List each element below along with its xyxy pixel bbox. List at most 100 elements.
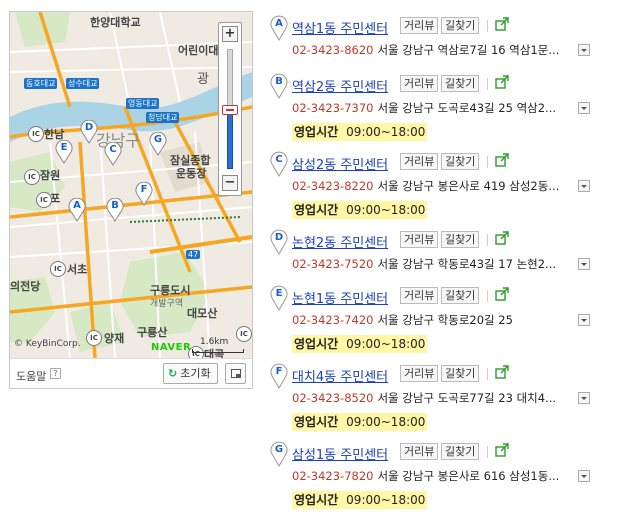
map-label-seongsu-bridge: 성수대교 xyxy=(66,78,100,89)
phone-number: 02-3423-7820 xyxy=(292,469,374,483)
street-view-button[interactable]: 거리뷰 xyxy=(400,365,439,382)
location-marker-icon: D xyxy=(270,229,288,255)
center-name-link[interactable]: 논현2동 주민센터 xyxy=(292,232,388,251)
share-icon[interactable] xyxy=(494,16,510,32)
contact-line: 02-3423-7420 서울 강남구 학동로20길 25 xyxy=(292,312,513,328)
share-icon[interactable] xyxy=(494,364,510,380)
divider xyxy=(487,446,488,458)
center-name-link[interactable]: 삼성1동 주민센터 xyxy=(292,444,388,463)
hours-value: 09:00~18:00 xyxy=(346,493,426,507)
share-icon[interactable] xyxy=(494,230,510,246)
directions-button[interactable]: 길찾기 xyxy=(441,75,480,92)
location-marker-icon: E xyxy=(270,285,288,311)
address-expand-button[interactable] xyxy=(578,180,590,192)
help-label[interactable]: 도움말 xyxy=(16,368,46,384)
share-icon[interactable] xyxy=(494,74,510,90)
map-scale-bar xyxy=(192,349,244,353)
center-name-link[interactable]: 삼성2동 주민센터 xyxy=(292,154,388,173)
reset-button[interactable]: ↻ 초기화 xyxy=(163,363,218,384)
map-label-cheongdam-bridge: 청담대교 xyxy=(146,112,180,123)
map-label-childrens-park: 어린이대 xyxy=(178,44,219,57)
map-pin-d[interactable]: D xyxy=(80,119,98,144)
share-icon[interactable] xyxy=(494,152,510,168)
directions-button[interactable]: 길찾기 xyxy=(441,287,480,304)
hours-label: 영업시간 xyxy=(294,493,339,507)
map-label-yeongdong-bridge: 영동대교 xyxy=(126,98,160,109)
address-expand-button[interactable] xyxy=(578,44,590,56)
map-pin-f[interactable]: F xyxy=(135,181,153,206)
divider xyxy=(487,20,488,32)
map-pin-c[interactable]: C xyxy=(104,141,122,166)
business-hours: 영업시간 09:00~18:00 xyxy=(292,413,428,431)
naver-logo: NAVER xyxy=(151,342,192,353)
ic-badge: IC xyxy=(236,326,252,342)
address: 서울 강남구 역삼로7길 16 역삼1문... xyxy=(377,43,560,57)
share-icon[interactable] xyxy=(494,286,510,302)
hours-label: 영업시간 xyxy=(294,337,339,351)
location-marker-icon: F xyxy=(270,363,288,389)
expand-map-button[interactable] xyxy=(225,363,246,384)
refresh-icon: ↻ xyxy=(168,367,178,380)
phone-number: 02-3423-7370 xyxy=(292,101,374,115)
zoom-in-button[interactable]: + xyxy=(222,26,238,42)
phone-number: 02-3423-7420 xyxy=(292,313,374,327)
contact-line: 02-3423-7370 서울 강남구 도곡로43길 25 역삼2... xyxy=(292,100,556,116)
contact-line: 02-3423-7520 서울 강남구 학동로43길 17 논현2... xyxy=(292,256,556,272)
street-view-button[interactable]: 거리뷰 xyxy=(400,17,439,34)
divider xyxy=(487,156,488,168)
divider xyxy=(487,368,488,380)
address: 서울 강남구 도곡로43길 25 역삼2... xyxy=(377,101,557,115)
business-hours: 영업시간 09:00~18:00 xyxy=(292,123,428,141)
ic-badge: IC xyxy=(86,330,102,346)
zoom-out-button[interactable]: − xyxy=(222,175,238,191)
address: 서울 강남구 학동로43길 17 논현2... xyxy=(377,257,557,271)
directions-button[interactable]: 길찾기 xyxy=(441,17,480,34)
map-label-daemosan: 대모산 xyxy=(187,307,218,320)
map-label-guryongsan: 구룡산 xyxy=(137,326,168,339)
share-icon[interactable] xyxy=(494,442,510,458)
map-pin-a[interactable]: A xyxy=(68,197,86,222)
location-marker-icon: C xyxy=(270,151,288,177)
street-view-button[interactable]: 거리뷰 xyxy=(400,153,439,170)
directions-button[interactable]: 길찾기 xyxy=(441,153,480,170)
help-question-icon[interactable]: ? xyxy=(50,368,61,379)
divider xyxy=(487,290,488,302)
map-scale-label: 1.6km xyxy=(200,337,229,347)
map-pin-e[interactable]: E xyxy=(55,139,73,164)
street-view-button[interactable]: 거리뷰 xyxy=(400,231,439,248)
directions-button[interactable]: 길찾기 xyxy=(441,443,480,460)
zoom-track-upper[interactable] xyxy=(227,49,233,109)
center-name-link[interactable]: 대치4동 주민센터 xyxy=(292,366,388,385)
address-expand-button[interactable] xyxy=(578,258,590,270)
address-expand-button[interactable] xyxy=(578,470,590,482)
map-canvas[interactable]: 한양대학교 어린이대 광 동호대교 성수대교 영동대교 청담대교 한남 잠원 반… xyxy=(10,12,252,358)
address: 서울 강남구 봉은사로 616 삼성1동... xyxy=(377,469,560,483)
divider xyxy=(487,234,488,246)
center-name-link[interactable]: 역삼2동 주민센터 xyxy=(292,76,388,95)
map-label-arts-center: 의전당 xyxy=(10,280,41,293)
address-expand-button[interactable] xyxy=(578,392,590,404)
hours-value: 09:00~18:00 xyxy=(346,203,426,217)
street-view-button[interactable]: 거리뷰 xyxy=(400,443,439,460)
business-hours: 영업시간 09:00~18:00 xyxy=(292,335,428,353)
center-name-link[interactable]: 논현1동 주민센터 xyxy=(292,288,388,307)
phone-number: 02-3423-8620 xyxy=(292,43,374,57)
street-view-button[interactable]: 거리뷰 xyxy=(400,287,439,304)
directions-button[interactable]: 길찾기 xyxy=(441,231,480,248)
center-name-link[interactable]: 역삼1동 주민센터 xyxy=(292,18,388,37)
directions-button[interactable]: 길찾기 xyxy=(441,365,480,382)
ic-badge: IC xyxy=(24,169,40,185)
map-pin-g[interactable]: G xyxy=(149,131,167,156)
address-expand-button[interactable] xyxy=(578,314,590,326)
map-label-hanyang-univ: 한양대학교 xyxy=(90,16,141,29)
zoom-slider-handle[interactable] xyxy=(222,105,238,115)
location-marker-icon: A xyxy=(270,15,288,41)
map-pin-b[interactable]: B xyxy=(106,197,124,222)
phone-number: 02-3423-8220 xyxy=(292,179,374,193)
hours-label: 영업시간 xyxy=(294,125,339,139)
street-view-button[interactable]: 거리뷰 xyxy=(400,75,439,92)
hours-value: 09:00~18:00 xyxy=(346,415,426,429)
divider xyxy=(487,78,488,90)
address-expand-button[interactable] xyxy=(578,102,590,114)
map-label-dev-zone: 개발구역 xyxy=(150,299,184,309)
